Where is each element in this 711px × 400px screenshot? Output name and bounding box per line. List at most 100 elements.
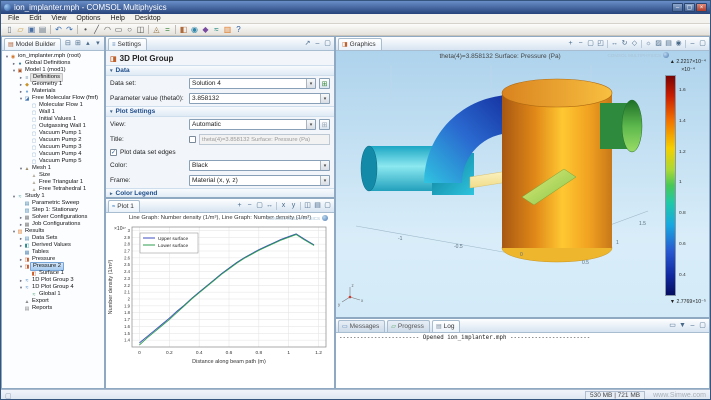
scene-light-icon[interactable]: ☼ xyxy=(644,39,653,48)
geometry-view-icon[interactable]: ◧ xyxy=(178,24,189,35)
zoom-extents-icon[interactable]: ▢ xyxy=(586,39,595,48)
tab-settings[interactable]: ≡ Settings xyxy=(108,38,147,50)
transparency-icon[interactable]: ▨ xyxy=(654,39,663,48)
move-down-icon[interactable]: ▾ xyxy=(93,39,102,48)
clear-log-icon[interactable]: ▭ xyxy=(668,321,677,330)
zoom-in-icon[interactable]: + xyxy=(235,201,244,210)
maximize-panel-icon[interactable]: ▢ xyxy=(323,201,332,210)
tree-node[interactable]: ▢Vacuum Pump 2 xyxy=(2,137,104,144)
maximize-panel-icon[interactable]: ▢ xyxy=(698,321,707,330)
print-graphics-icon[interactable]: ▤ xyxy=(664,39,673,48)
image-snapshot-icon[interactable]: ◉ xyxy=(674,39,683,48)
line-chart[interactable]: 1.41.51.61.71.81.922.12.22.32.42.52.62.7… xyxy=(106,221,334,373)
y-log-scale-icon[interactable]: y xyxy=(289,201,298,210)
tree-node[interactable]: ▢Vacuum Pump 5 xyxy=(2,158,104,165)
menu-edit[interactable]: Edit xyxy=(24,15,46,22)
tree-node[interactable]: ▾≈1D Plot Group 4 xyxy=(2,284,104,291)
pan-icon[interactable]: ↔ xyxy=(610,39,619,48)
help-icon[interactable]: ? xyxy=(233,24,244,35)
menu-view[interactable]: View xyxy=(46,15,71,22)
draw-line-icon[interactable]: ╱ xyxy=(91,24,102,35)
save-icon[interactable]: ▣ xyxy=(26,24,37,35)
open-file-icon[interactable]: ▱ xyxy=(15,24,26,35)
tree-node[interactable]: ▢Wall 1 xyxy=(2,109,104,116)
zoom-in-icon[interactable]: + xyxy=(566,39,575,48)
collapse-all-icon[interactable]: ⊟ xyxy=(63,39,72,48)
maximize-panel-icon[interactable]: ▢ xyxy=(698,39,707,48)
tree-node[interactable]: ▥Step 1: Stationary xyxy=(2,207,104,214)
materials-view-icon[interactable]: ◉ xyxy=(189,24,200,35)
tree-node[interactable]: ▢Molecular Flow 1 xyxy=(2,102,104,109)
parameter-value-select[interactable]: 3.858132 ▾ xyxy=(189,93,330,104)
zoom-out-icon[interactable]: − xyxy=(576,39,585,48)
tab-graphics[interactable]: ◨ Graphics xyxy=(338,38,382,50)
tree-node[interactable]: ▲Size xyxy=(2,172,104,179)
pan-icon[interactable]: ↔ xyxy=(265,201,274,210)
tree-node[interactable]: ▾≈Study 1 xyxy=(2,193,104,200)
compute-icon[interactable]: = xyxy=(162,24,173,35)
menu-options[interactable]: Options xyxy=(71,15,105,22)
close-window-button[interactable]: × xyxy=(696,3,707,12)
tab-messages[interactable]: ▭Messages xyxy=(338,320,385,332)
tree-node[interactable]: ▤Parametric Sweep xyxy=(2,200,104,207)
tree-node[interactable]: ◧Surface 1 xyxy=(2,270,104,277)
results-view-icon[interactable]: ▥ xyxy=(222,24,233,35)
physics-view-icon[interactable]: ◆ xyxy=(200,24,211,35)
edge-color-select[interactable]: Black ▾ xyxy=(189,160,330,171)
section-data[interactable]: ▾ Data xyxy=(106,65,334,76)
show-advanced-icon[interactable]: ↗ xyxy=(303,39,312,48)
tree-node[interactable]: ▢Vacuum Pump 1 xyxy=(2,130,104,137)
tree-node[interactable]: ▢Vacuum Pump 3 xyxy=(2,144,104,151)
minimize-panel-icon[interactable]: – xyxy=(688,321,697,330)
zoom-extents-icon[interactable]: ▢ xyxy=(255,201,264,210)
tree-node[interactable]: ▦Tables xyxy=(2,249,104,256)
tree-node[interactable]: ▤Reports xyxy=(2,305,104,312)
draw-circle-icon[interactable]: ○ xyxy=(124,24,135,35)
study-view-icon[interactable]: ≈ xyxy=(211,24,222,35)
tree-node[interactable]: ▸≡Definitions xyxy=(2,74,104,81)
maximize-window-button[interactable]: ▢ xyxy=(684,3,695,12)
tree-node[interactable]: ▾◪Free Molecular Flow (fmf) xyxy=(2,95,104,102)
menu-file[interactable]: File xyxy=(3,15,24,22)
tree-node[interactable]: ▸≈1D Plot Group 3 xyxy=(2,277,104,284)
copy-image-icon[interactable]: ◫ xyxy=(303,201,312,210)
tree-node[interactable]: ▢Vacuum Pump 4 xyxy=(2,151,104,158)
expand-all-icon[interactable]: ⊞ xyxy=(73,39,82,48)
tab-plot-1[interactable]: ≈ Plot 1 xyxy=(108,200,140,212)
tree-node[interactable]: ▸▦Solver Configurations xyxy=(2,214,104,221)
tab-progress[interactable]: ▱Progress xyxy=(387,320,430,332)
move-up-icon[interactable]: ▴ xyxy=(83,39,92,48)
tree-node[interactable]: ▸▤Data Sets xyxy=(2,235,104,242)
dataset-select[interactable]: Solution 4 ▾ xyxy=(189,78,316,89)
print-icon[interactable]: ▤ xyxy=(37,24,48,35)
tree-node[interactable]: ▢Initial Values 1 xyxy=(2,116,104,123)
plot-dataset-edges-checkbox[interactable]: ✓ xyxy=(110,149,117,156)
minimize-panel-icon[interactable]: – xyxy=(313,39,322,48)
tree-node[interactable]: ▾◨Pressure 2 xyxy=(2,263,104,270)
minimize-window-button[interactable]: – xyxy=(672,3,683,12)
draw-arc-icon[interactable]: ◠ xyxy=(102,24,113,35)
zoom-box-icon[interactable]: ◰ xyxy=(596,39,605,48)
tree-node[interactable]: ▲Export xyxy=(2,298,104,305)
tree-node[interactable]: ▾◉ion_implanter.mph (root) xyxy=(2,53,104,60)
tree-node[interactable]: ▸●Global Definitions xyxy=(2,60,104,67)
tree-node[interactable]: ▸◆Geometry 1 xyxy=(2,81,104,88)
menu-desktop[interactable]: Desktop xyxy=(130,15,166,22)
minimize-panel-icon[interactable]: – xyxy=(688,39,697,48)
rotate-icon[interactable]: ↻ xyxy=(620,39,629,48)
frame-select[interactable]: Material (x, y, z) ▾ xyxy=(189,175,330,186)
tree-node[interactable]: ▲Free Tetrahedral 1 xyxy=(2,186,104,193)
boolean-union-icon[interactable]: ◫ xyxy=(135,24,146,35)
maximize-panel-icon[interactable]: ▢ xyxy=(323,39,332,48)
draw-rectangle-icon[interactable]: ▭ xyxy=(113,24,124,35)
x-log-scale-icon[interactable]: x xyxy=(279,201,288,210)
tree-node[interactable]: ▸▦Job Configurations xyxy=(2,221,104,228)
tree-node[interactable]: ▸●Materials xyxy=(2,88,104,95)
zoom-out-icon[interactable]: − xyxy=(245,201,254,210)
view-select[interactable]: Automatic ▾ xyxy=(189,119,316,130)
tree-node[interactable]: ▾▲Mesh 1 xyxy=(2,165,104,172)
3d-scene[interactable]: theta(4)=3.858132 Surface: Pressure (Pa)… xyxy=(336,51,709,318)
section-color-legend[interactable]: ▸ Color Legend xyxy=(106,188,334,198)
tab-model-builder[interactable]: ▤ Model Builder xyxy=(4,38,61,50)
redo-icon[interactable]: ↷ xyxy=(64,24,75,35)
